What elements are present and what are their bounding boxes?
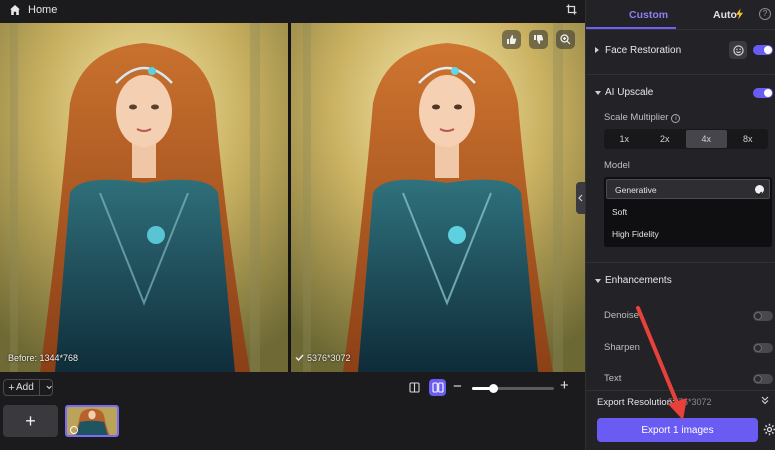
single-view-button[interactable] (406, 379, 423, 396)
thumbs-up-button[interactable] (502, 30, 521, 49)
model-label: Model (604, 160, 630, 171)
double-chevron-icon[interactable] (760, 395, 770, 405)
collapse-arrow-icon[interactable] (595, 91, 601, 95)
sharpen-toggle[interactable] (753, 343, 773, 353)
thumbs-up-icon (507, 35, 517, 44)
chevron-down-icon[interactable] (46, 385, 52, 390)
zoom-slider[interactable] (472, 384, 554, 393)
add-label: Add (16, 382, 34, 393)
before-image (0, 23, 288, 372)
compare-view-icon (409, 382, 420, 393)
bolt-icon (736, 8, 743, 20)
zoom-in-button[interactable]: + (560, 377, 569, 394)
before-caption: Before: 1344*768 (8, 353, 79, 363)
zoom-slider-thumb[interactable] (489, 384, 498, 393)
after-image (291, 23, 585, 372)
info-icon[interactable]: i (671, 114, 681, 123)
after-image-pane[interactable]: 5376*3072 (291, 23, 585, 372)
thumbs-down-button[interactable] (529, 30, 548, 49)
gear-icon[interactable] (763, 423, 775, 436)
before-image-pane[interactable]: Before: 1344*768 (0, 23, 288, 372)
scale-option-2x[interactable]: 2x (645, 129, 686, 149)
crop-icon[interactable] (566, 4, 577, 15)
scale-multiplier-selector: 1x 2x 4x 8x (604, 129, 768, 149)
face-select-button[interactable] (729, 41, 747, 59)
sharpen-label: Sharpen (604, 342, 640, 353)
split-view-icon (431, 382, 444, 393)
tab-custom[interactable]: Custom (629, 9, 668, 21)
check-icon (295, 354, 304, 362)
zoom-icon (560, 34, 571, 45)
ai-upscale-title[interactable]: AI Upscale (605, 87, 653, 98)
zoom-button[interactable] (556, 30, 575, 49)
scale-option-8x[interactable]: 8x (728, 129, 769, 149)
denoise-toggle[interactable] (753, 311, 773, 321)
help-icon[interactable]: ? (759, 8, 771, 20)
text-label: Text (604, 373, 622, 384)
active-tab-indicator (586, 27, 676, 29)
model-option-high-fidelity[interactable]: High Fidelity (604, 224, 772, 244)
text-toggle[interactable] (753, 374, 773, 384)
denoise-label: Denoise (604, 310, 639, 321)
face-restoration-toggle[interactable] (753, 45, 773, 55)
add-image-tile[interactable]: + (3, 405, 58, 437)
chevron-left-icon (578, 194, 583, 202)
ai-upscale-toggle[interactable] (753, 88, 773, 98)
split-view-button[interactable] (429, 379, 446, 396)
top-bar: Home (0, 0, 585, 22)
scale-option-1x[interactable]: 1x (604, 129, 645, 149)
collapse-arrow-icon[interactable] (595, 279, 601, 283)
after-caption: 5376*3072 (307, 353, 351, 363)
home-link[interactable]: Home (28, 4, 57, 16)
bottom-toolbar: + Add − + + (0, 372, 585, 450)
face-restoration-title[interactable]: Face Restoration (605, 45, 681, 56)
info-icon[interactable] (70, 426, 78, 434)
export-resolution-value: 5376*3072 (668, 397, 712, 407)
home-icon[interactable] (9, 4, 21, 16)
settings-panel: Custom Auto ? Face Restoration AI Upscal… (585, 0, 775, 450)
enhancements-title[interactable]: Enhancements (605, 275, 672, 286)
model-list: Generative Soft High Fidelity (604, 177, 772, 247)
model-option-generative[interactable]: Generative (606, 179, 770, 199)
add-button[interactable]: + Add (3, 379, 53, 396)
check-icon (755, 185, 764, 197)
scale-option-4x[interactable]: 4x (686, 130, 727, 148)
thumbs-down-icon (534, 35, 544, 44)
export-button[interactable]: Export 1 images (597, 418, 758, 442)
scale-multiplier-label: Scale Multiplier i (604, 112, 681, 123)
collapse-panel-handle[interactable] (576, 182, 585, 214)
tab-auto[interactable]: Auto (713, 9, 737, 21)
image-thumbnail[interactable] (65, 405, 119, 437)
plus-icon: + (8, 381, 15, 394)
zoom-out-button[interactable]: − (453, 378, 462, 395)
model-option-soft[interactable]: Soft (604, 202, 772, 222)
smile-icon (732, 44, 744, 56)
export-resolution-label: Export Resolution: (597, 397, 675, 408)
expand-arrow-icon[interactable] (595, 47, 599, 53)
